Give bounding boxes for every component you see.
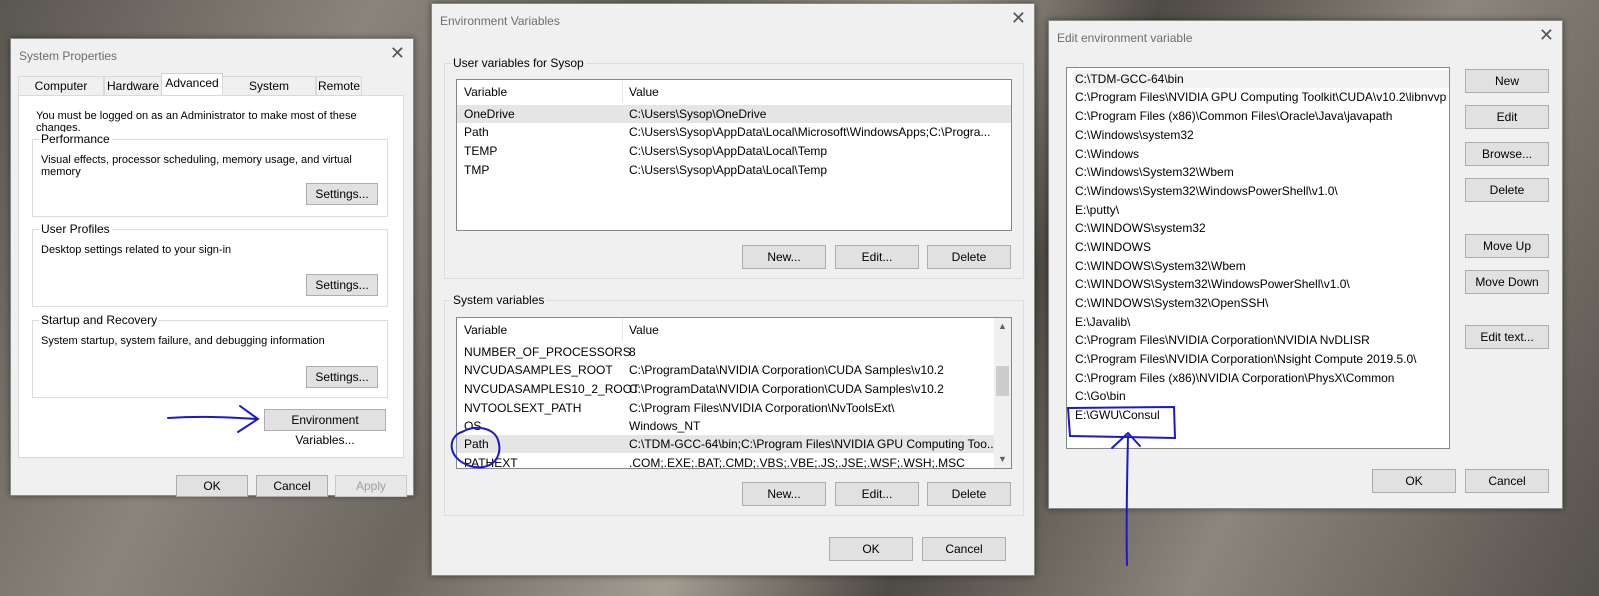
- tab-system-protection[interactable]: System Protection: [222, 76, 316, 111]
- tab-computer-name[interactable]: Computer Name: [18, 76, 104, 111]
- table-row[interactable]: TEMP C:\Users\Sysop\AppData\Local\Temp: [457, 142, 1011, 160]
- path-new-button[interactable]: New: [1465, 69, 1549, 93]
- system-delete-button[interactable]: Delete: [927, 482, 1011, 506]
- scrollbar[interactable]: ▲ ▼: [994, 318, 1011, 468]
- list-item[interactable]: C:\Windows\System32\Wbem: [1073, 163, 1449, 181]
- list-item[interactable]: C:\TDM-GCC-64\bin: [1073, 70, 1449, 88]
- list-header: Variable Value: [457, 318, 1011, 340]
- table-row[interactable]: Path C:\TDM-GCC-64\bin;C:\Program Files\…: [457, 435, 1011, 453]
- system-variables-list[interactable]: Variable Value NUMBER_OF_PROCESSORS 8 NV…: [456, 317, 1012, 469]
- list-item[interactable]: C:\Windows\System32\WindowsPowerShell\v1…: [1073, 182, 1449, 200]
- list-item[interactable]: C:\WINDOWS: [1073, 238, 1449, 256]
- admin-note: You must be logged on as an Administrato…: [36, 110, 357, 134]
- close-icon[interactable]: ✕: [1539, 25, 1554, 46]
- system-properties-title: System Properties: [19, 49, 118, 63]
- performance-group: Performance Visual effects, processor sc…: [32, 132, 388, 217]
- path-browse-button[interactable]: Browse...: [1465, 142, 1549, 166]
- list-item[interactable]: E:\GWU\Consul: [1073, 406, 1449, 424]
- edit-environment-variable-title: Edit environment variable: [1057, 31, 1193, 45]
- table-row[interactable]: NVCUDASAMPLES_ROOT C:\ProgramData\NVIDIA…: [457, 361, 1011, 379]
- list-item[interactable]: C:\WINDOWS\system32: [1073, 219, 1449, 237]
- table-row[interactable]: Path C:\Users\Sysop\AppData\Local\Micros…: [457, 123, 1011, 141]
- cancel-button[interactable]: Cancel: [256, 475, 328, 497]
- user-profiles-label: User Profiles: [39, 222, 112, 236]
- list-item[interactable]: C:\Program Files\NVIDIA GPU Computing To…: [1073, 88, 1449, 106]
- ok-button[interactable]: OK: [1372, 469, 1456, 493]
- ok-button[interactable]: OK: [176, 475, 248, 497]
- table-row[interactable]: OneDrive C:\Users\Sysop\OneDrive: [457, 105, 1011, 123]
- startup-settings-button[interactable]: Settings...: [306, 366, 378, 388]
- ok-button[interactable]: OK: [829, 537, 913, 561]
- performance-label: Performance: [39, 132, 112, 146]
- list-item[interactable]: C:\WINDOWS\System32\Wbem: [1073, 257, 1449, 275]
- user-variables-list[interactable]: Variable Value OneDrive C:\Users\Sysop\O…: [456, 79, 1012, 231]
- list-item[interactable]: E:\putty\: [1073, 201, 1449, 219]
- scroll-up-icon[interactable]: ▲: [994, 318, 1011, 335]
- edit-text-button[interactable]: Edit text...: [1465, 325, 1549, 349]
- list-item[interactable]: C:\Program Files\NVIDIA Corporation\NVID…: [1073, 331, 1449, 349]
- list-item[interactable]: C:\Program Files\NVIDIA Corporation\Nsig…: [1073, 350, 1449, 368]
- list-item[interactable]: C:\Go\bin: [1073, 387, 1449, 405]
- startup-recovery-label: Startup and Recovery: [39, 313, 160, 327]
- list-item[interactable]: C:\WINDOWS\System32\WindowsPowerShell\v1…: [1073, 275, 1449, 293]
- user-delete-button[interactable]: Delete: [927, 245, 1011, 269]
- path-list[interactable]: C:\TDM-GCC-64\bin C:\Program Files\NVIDI…: [1066, 67, 1450, 449]
- user-variables-label: User variables for Sysop: [451, 56, 586, 70]
- variable-column-header[interactable]: Variable: [464, 85, 507, 99]
- list-item[interactable]: C:\Windows\system32: [1073, 126, 1449, 144]
- move-down-button[interactable]: Move Down: [1465, 270, 1549, 294]
- startup-recovery-desc: System startup, system failure, and debu…: [41, 335, 325, 347]
- variable-column-header[interactable]: Variable: [464, 323, 507, 337]
- scroll-down-icon[interactable]: ▼: [994, 451, 1011, 468]
- list-item[interactable]: C:\Program Files (x86)\Common Files\Orac…: [1073, 107, 1449, 125]
- table-row[interactable]: NUMBER_OF_PROCESSORS 8: [457, 343, 1011, 361]
- list-item[interactable]: C:\WINDOWS\System32\OpenSSH\: [1073, 294, 1449, 312]
- tab-advanced[interactable]: Advanced: [161, 73, 223, 96]
- tab-hardware[interactable]: Hardware: [104, 76, 162, 95]
- list-item[interactable]: E:\Javalib\: [1073, 313, 1449, 331]
- path-delete-button[interactable]: Delete: [1465, 178, 1549, 202]
- environment-variables-title: Environment Variables: [440, 14, 560, 28]
- user-profiles-desc: Desktop settings related to your sign-in: [41, 244, 232, 256]
- list-item[interactable]: C:\Windows: [1073, 145, 1449, 163]
- system-variables-label: System variables: [451, 293, 547, 307]
- performance-desc: Visual effects, processor scheduling, me…: [41, 154, 352, 178]
- value-column-header[interactable]: Value: [629, 323, 659, 337]
- user-new-button[interactable]: New...: [742, 245, 826, 269]
- move-up-button[interactable]: Move Up: [1465, 234, 1549, 258]
- user-edit-button[interactable]: Edit...: [835, 245, 919, 269]
- table-row[interactable]: OS Windows_NT: [457, 417, 1011, 435]
- table-row[interactable]: PATHEXT .COM;.EXE;.BAT;.CMD;.VBS;.VBE;.J…: [457, 454, 1011, 468]
- system-new-button[interactable]: New...: [742, 482, 826, 506]
- cancel-button[interactable]: Cancel: [1465, 469, 1549, 493]
- table-row[interactable]: NVTOOLSEXT_PATH C:\Program Files\NVIDIA …: [457, 399, 1011, 417]
- tab-remote[interactable]: Remote: [316, 76, 362, 95]
- apply-button[interactable]: Apply: [335, 475, 407, 497]
- cancel-button[interactable]: Cancel: [922, 537, 1006, 561]
- system-edit-button[interactable]: Edit...: [835, 482, 919, 506]
- user-profiles-settings-button[interactable]: Settings...: [306, 274, 378, 296]
- table-row[interactable]: TMP C:\Users\Sysop\AppData\Local\Temp: [457, 161, 1011, 179]
- close-icon[interactable]: ✕: [1011, 8, 1026, 29]
- environment-variables-button[interactable]: Environment Variables...: [264, 409, 386, 447]
- list-header: Variable Value: [457, 80, 1011, 102]
- list-item[interactable]: C:\Program Files (x86)\NVIDIA Corporatio…: [1073, 369, 1449, 387]
- performance-settings-button[interactable]: Settings...: [306, 183, 378, 205]
- value-column-header[interactable]: Value: [629, 85, 659, 99]
- table-row[interactable]: NVCUDASAMPLES10_2_ROOT C:\ProgramData\NV…: [457, 380, 1011, 398]
- scrollbar-thumb[interactable]: [996, 366, 1009, 396]
- path-edit-button[interactable]: Edit: [1465, 105, 1549, 129]
- close-icon[interactable]: ✕: [390, 43, 405, 64]
